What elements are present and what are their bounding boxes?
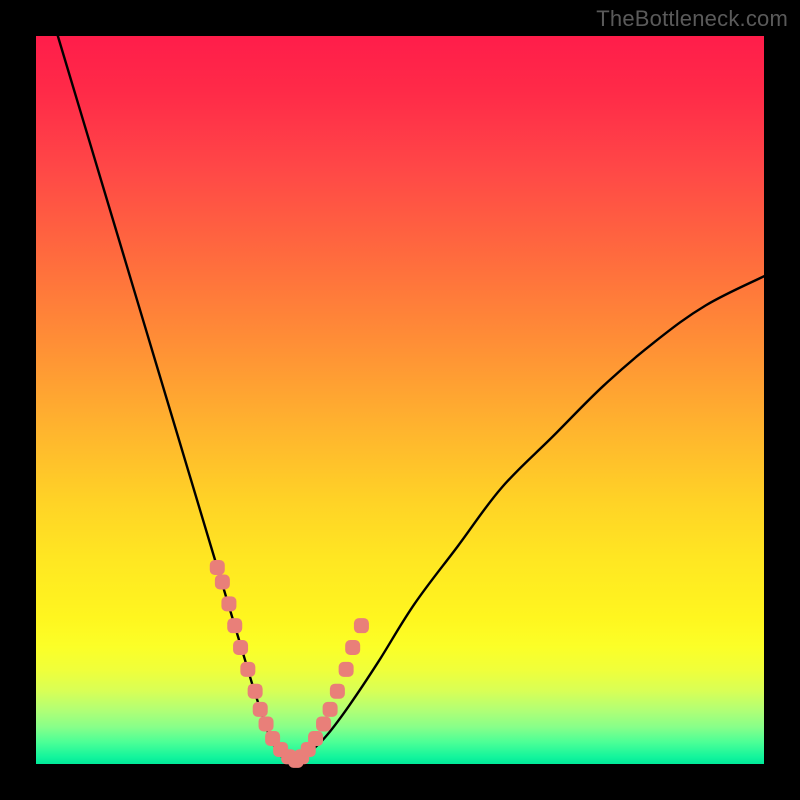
marker-dot — [240, 662, 255, 677]
marker-dot — [354, 618, 369, 633]
marker-dot — [308, 731, 323, 746]
marker-dot — [233, 640, 248, 655]
highlight-markers — [210, 560, 369, 768]
marker-dot — [248, 684, 263, 699]
marker-dot — [330, 684, 345, 699]
curve-svg — [36, 36, 764, 764]
marker-dot — [339, 662, 354, 677]
marker-dot — [345, 640, 360, 655]
marker-dot — [215, 575, 230, 590]
marker-dot — [210, 560, 225, 575]
marker-dot — [323, 702, 338, 717]
chart-frame: TheBottleneck.com — [0, 0, 800, 800]
plot-area — [36, 36, 764, 764]
watermark-text: TheBottleneck.com — [596, 6, 788, 32]
bottleneck-curve — [58, 36, 764, 761]
marker-dot — [221, 596, 236, 611]
marker-dot — [316, 716, 331, 731]
marker-dot — [227, 618, 242, 633]
marker-dot — [253, 702, 268, 717]
marker-dot — [259, 716, 274, 731]
